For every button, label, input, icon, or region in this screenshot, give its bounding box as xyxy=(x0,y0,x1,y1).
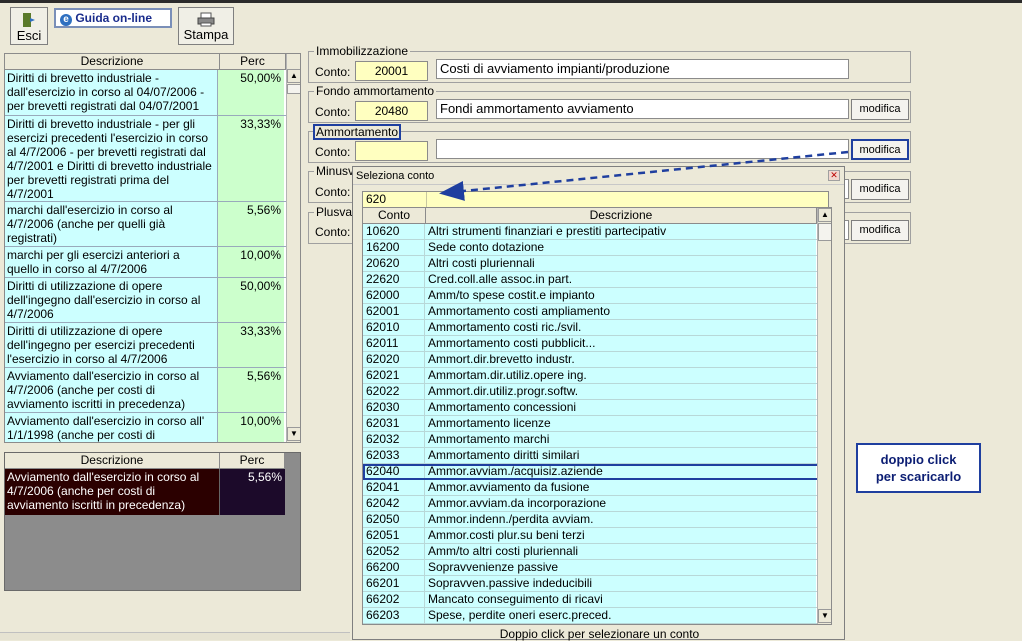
status-bar xyxy=(0,632,350,640)
callout-line1: doppio click xyxy=(880,452,957,467)
double-click-callout: doppio click per scaricarlo xyxy=(856,443,981,493)
dashed-arrow-annotation xyxy=(439,150,849,201)
callout-line2: per scaricarlo xyxy=(875,469,962,484)
